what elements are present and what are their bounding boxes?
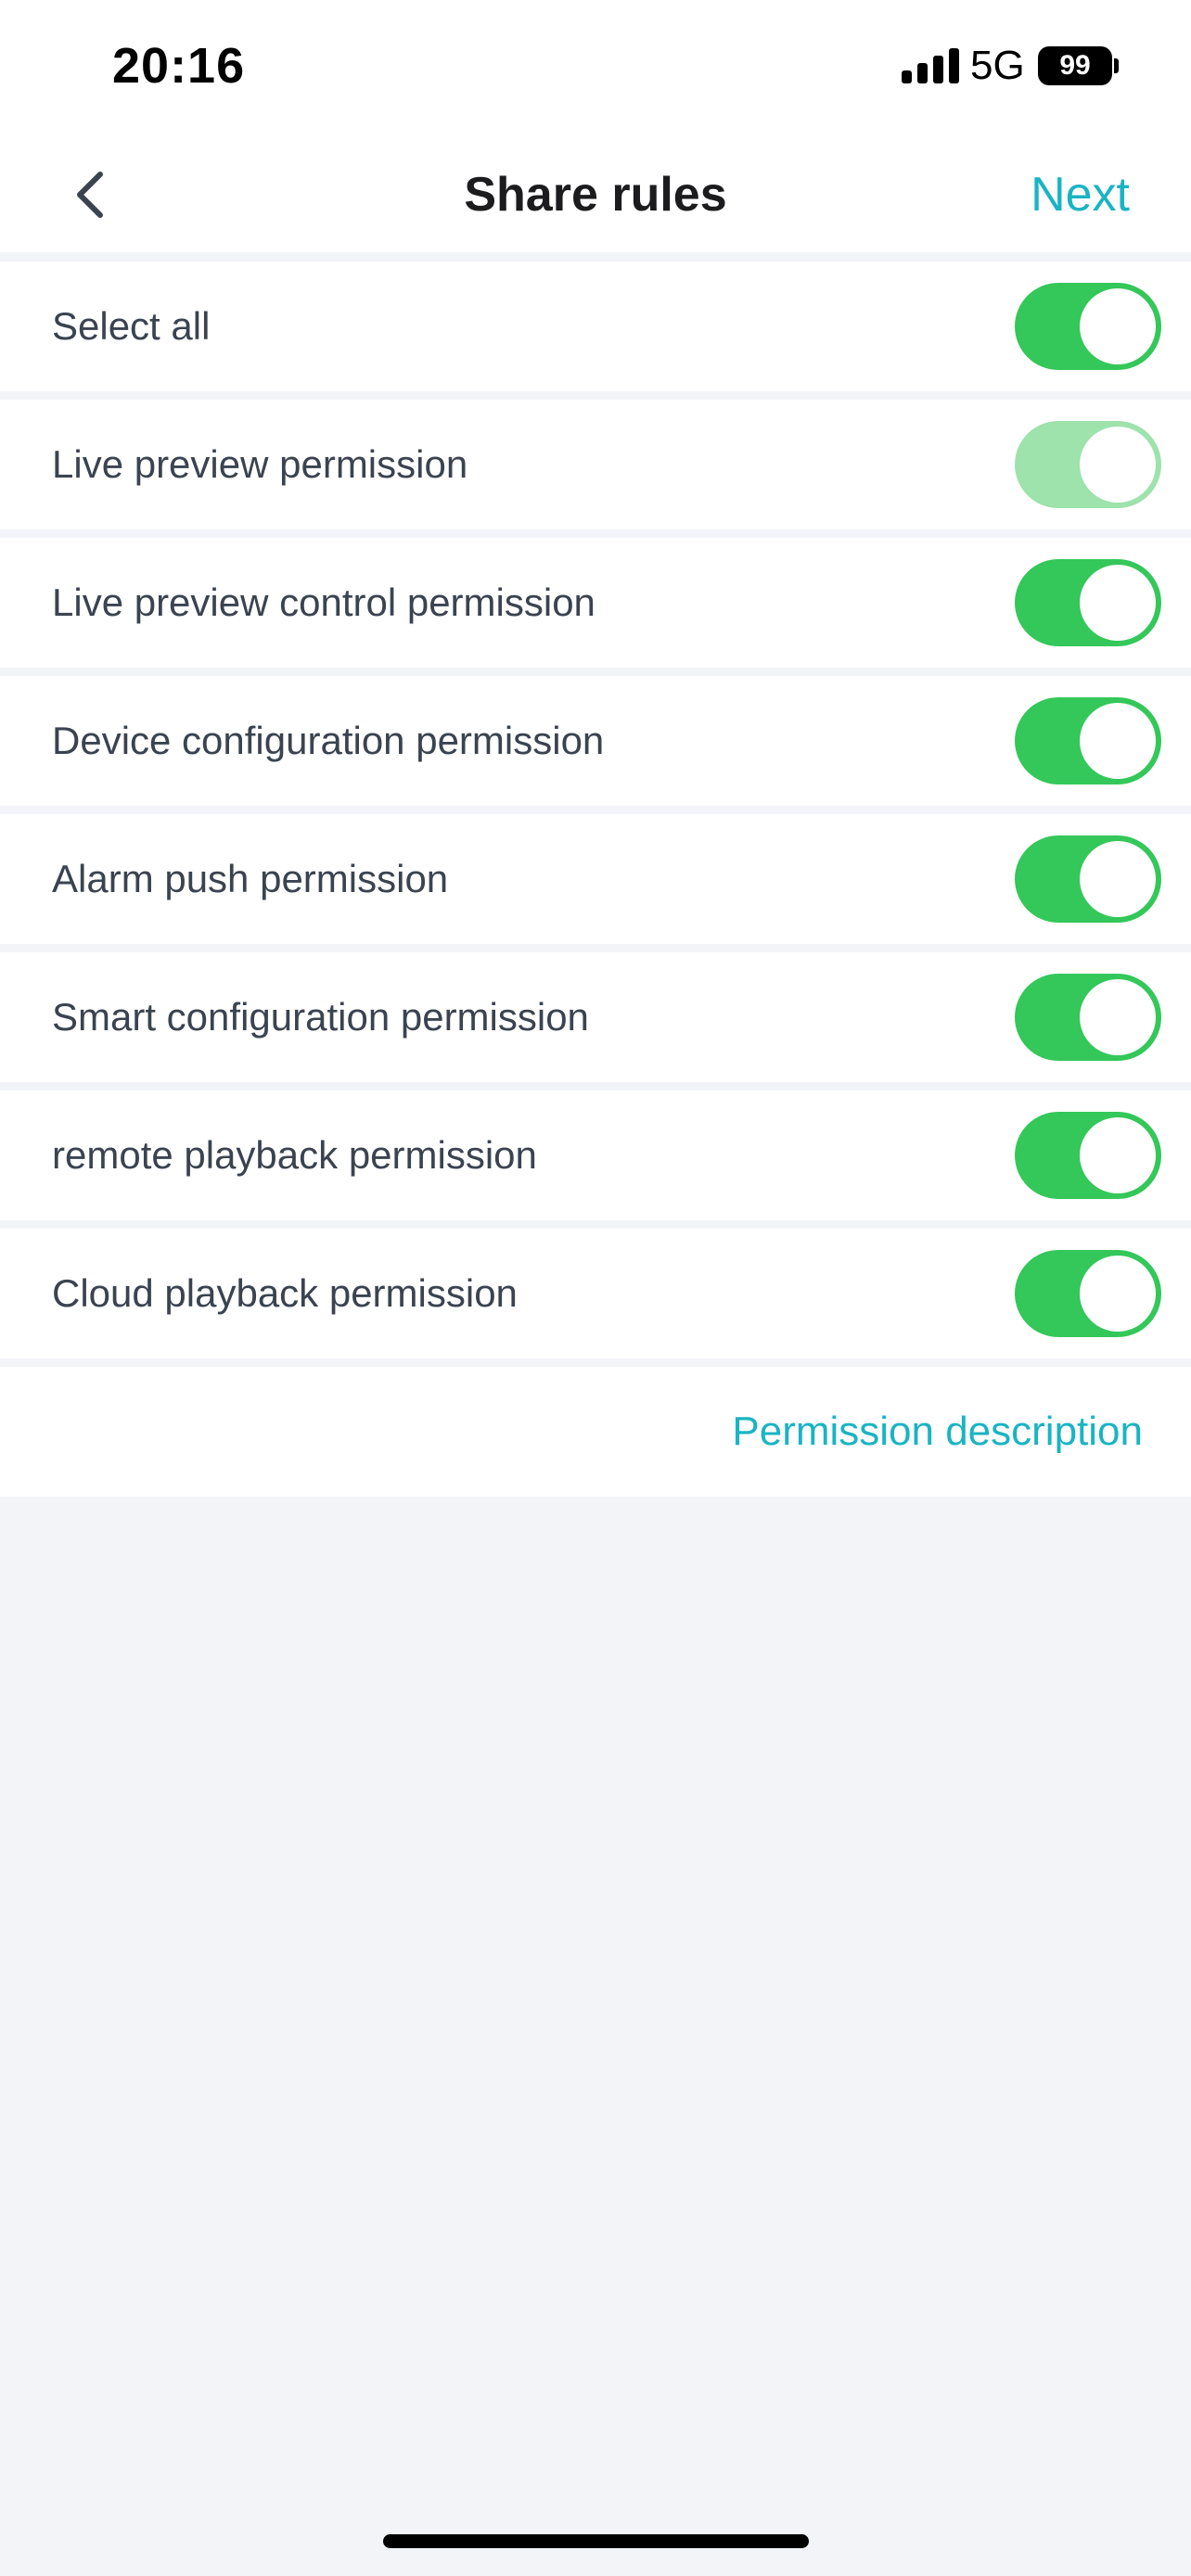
toggle-knob: [1080, 1256, 1156, 1332]
permission-list: Select all Live preview permission Live …: [0, 261, 1191, 1497]
permission-row-cloud-playback: Cloud playback permission: [0, 1229, 1191, 1358]
cloud-playback-toggle[interactable]: [1015, 1250, 1161, 1337]
permission-label: Live preview control permission: [52, 580, 596, 624]
permission-row-live-preview-control: Live preview control permission: [0, 538, 1191, 668]
permission-label: Select all: [52, 304, 211, 348]
chevron-left-icon: [77, 172, 103, 218]
page-title: Share rules: [464, 168, 727, 222]
alarm-push-toggle[interactable]: [1015, 835, 1161, 923]
permission-label: Alarm push permission: [52, 857, 449, 900]
permission-description-row: Permission description: [0, 1367, 1191, 1497]
live-preview-toggle[interactable]: [1015, 421, 1161, 508]
toggle-knob: [1080, 979, 1156, 1055]
permission-row-remote-playback: remote playback permission: [0, 1090, 1191, 1220]
permission-row-live-preview: Live preview permission: [0, 400, 1191, 529]
remote-playback-toggle[interactable]: [1015, 1112, 1161, 1199]
permission-label: Device configuration permission: [52, 719, 605, 762]
permission-label: remote playback permission: [52, 1133, 537, 1177]
select-all-toggle[interactable]: [1015, 283, 1161, 370]
toggle-knob: [1080, 427, 1156, 503]
battery-icon: 99: [1038, 46, 1112, 85]
toggle-knob: [1080, 288, 1156, 364]
toggle-knob: [1080, 565, 1156, 641]
toggle-knob: [1080, 703, 1156, 779]
nav-bar: Share rules Next: [0, 137, 1191, 252]
status-time: 20:16: [112, 38, 246, 94]
permission-row-smart-configuration: Smart configuration permission: [0, 952, 1191, 1082]
device-configuration-toggle[interactable]: [1015, 697, 1161, 784]
toggle-knob: [1080, 841, 1156, 917]
status-bar: 20:16 5G 99: [0, 0, 1191, 137]
permission-label: Cloud playback permission: [52, 1271, 518, 1315]
permission-label: Live preview permission: [52, 442, 468, 486]
network-type: 5G: [970, 43, 1025, 88]
permission-row-device-configuration: Device configuration permission: [0, 676, 1191, 806]
home-indicator: [383, 2534, 809, 2548]
battery-tip: [1114, 58, 1119, 73]
permission-row-select-all: Select all: [0, 261, 1191, 391]
live-preview-control-toggle[interactable]: [1015, 559, 1161, 646]
smart-configuration-toggle[interactable]: [1015, 974, 1161, 1061]
back-button[interactable]: [56, 159, 126, 230]
permission-description-link[interactable]: Permission description: [732, 1367, 1143, 1497]
permission-label: Smart configuration permission: [52, 995, 589, 1039]
toggle-knob: [1080, 1117, 1156, 1193]
share-rules-screen: 20:16 5G 99 Share rules Next Select all …: [0, 0, 1191, 2576]
signal-icon: [902, 48, 959, 83]
next-button[interactable]: Next: [1031, 159, 1130, 230]
permission-row-alarm-push: Alarm push permission: [0, 814, 1191, 944]
